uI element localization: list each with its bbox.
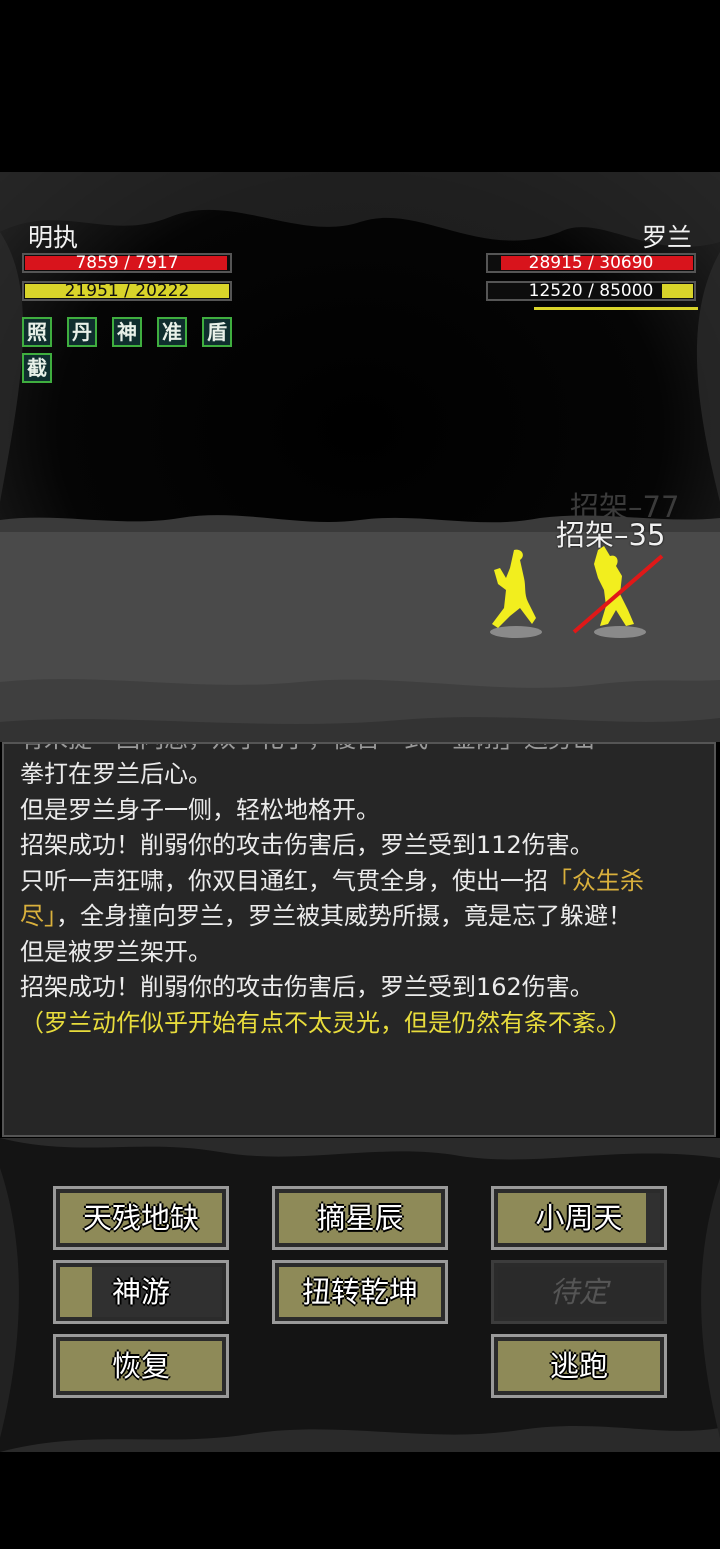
button-label: 逃跑 (549, 1349, 608, 1383)
combat-log-text: 有米提一回闪忍，双手化了，復苜一式「金刚」运势击 拳打在罗兰后心。 但是罗兰身子… (20, 744, 698, 1041)
log-line-text: ，全身撞向罗兰，罗兰被其威势所摄，竟是忘了躲避！ (56, 902, 632, 930)
log-line: 拳打在罗兰后心。 (20, 760, 212, 788)
player-mp-bar: 21951 / 20222 (22, 281, 232, 301)
buff-icon-zhun[interactable]: 准 (157, 317, 187, 347)
skill-button-tiancandique[interactable]: 天残地缺 (53, 1186, 229, 1250)
log-line-partial: 有米提一回闪忍，双手化了，復苜一式「金刚」运势击 (20, 744, 698, 757)
buff-icon-dan[interactable]: 丹 (67, 317, 97, 347)
skill-button-niuzhuanqiankun[interactable]: 扭转乾坤 (272, 1260, 448, 1324)
log-line: 但是罗兰身子一侧，轻松地格开。 (20, 795, 380, 824)
button-label: 待定 (549, 1275, 608, 1309)
enemy-name: 罗兰 (641, 223, 692, 252)
player-hp-text: 7859 / 7917 (75, 253, 179, 273)
button-label: 扭转乾坤 (301, 1275, 418, 1309)
enemy-mp-bar: 12520 / 85000 (486, 281, 696, 301)
skill-button-xiaozhoutian[interactable]: 小周天 (491, 1186, 667, 1250)
top-bar (0, 0, 720, 172)
log-line: 招架成功！削弱你的攻击伤害后，罗兰受到112伤害。 (20, 831, 594, 859)
buff-icon-zhao[interactable]: 照 (22, 317, 52, 347)
enemy-hp-bar: 28915 / 30690 (486, 253, 696, 273)
log-status-note: （罗兰动作似乎开始有点不太灵光，但是仍然有条不紊。） (20, 1008, 632, 1037)
skill-button-pending[interactable]: 待定 (491, 1260, 667, 1324)
action-panel: 天残地缺 摘星辰 小周天 神游 扭转乾坤 待定 恢复 逃跑 (0, 1138, 720, 1452)
enemy-fighter-sprite[interactable] (570, 544, 670, 644)
log-line: 但是被罗兰架开。 (20, 937, 212, 966)
player-fighter-sprite[interactable] (480, 544, 550, 644)
enemy-mp-text: 12520 / 85000 (528, 281, 654, 301)
button-label: 天残地缺 (82, 1201, 199, 1235)
button-label: 小周天 (535, 1201, 623, 1235)
log-line-partial-text: 有米提一回闪忍，双手化了，復苜一式「金刚」运势击 (20, 744, 596, 753)
skill-button-zhaixingchen[interactable]: 摘星辰 (272, 1186, 448, 1250)
buff-icon-dun[interactable]: 盾 (202, 317, 232, 347)
recover-button[interactable]: 恢复 (53, 1334, 229, 1398)
enemy-mp-underline (534, 307, 698, 310)
button-label: 摘星辰 (316, 1201, 404, 1235)
button-label: 恢复 (111, 1349, 170, 1383)
combat-log[interactable]: 有米提一回闪忍，双手化了，復苜一式「金刚」运势击 拳打在罗兰后心。 但是罗兰身子… (2, 742, 716, 1137)
player-mp-text: 21951 / 20222 (64, 281, 190, 301)
battle-scene: 明执 7859 / 7917 21951 / 20222 照 丹 神 准 盾 截… (0, 172, 720, 742)
buff-icon-jie[interactable]: 截 (22, 353, 52, 383)
log-line: 只听一声狂啸，你双目通红，气贯全身，使出一招「众生杀尽」，全身撞向罗兰，罗兰被其… (20, 864, 698, 935)
player-name: 明执 (28, 223, 79, 252)
button-label: 神游 (111, 1275, 170, 1309)
log-line: 招架成功！削弱你的攻击伤害后，罗兰受到162伤害。 (20, 973, 594, 1001)
log-line-text: 只听一声狂啸，你双目通红，气贯全身，使出一招 (20, 866, 548, 895)
buff-icon-shen[interactable]: 神 (112, 317, 142, 347)
skill-button-shenyou[interactable]: 神游 (53, 1260, 229, 1324)
flee-button[interactable]: 逃跑 (491, 1334, 667, 1398)
player-hp-bar: 7859 / 7917 (22, 253, 232, 273)
bottom-bar (0, 1452, 720, 1549)
enemy-hp-text: 28915 / 30690 (528, 253, 654, 273)
